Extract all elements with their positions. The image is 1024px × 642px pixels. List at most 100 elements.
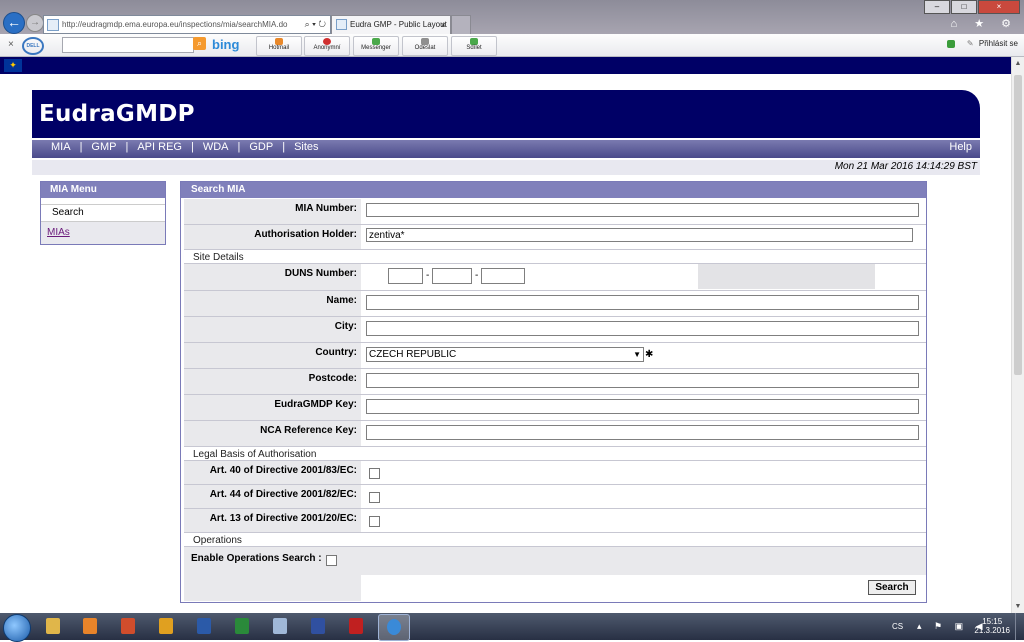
page-scrollbar[interactable]: ▲ ▼ xyxy=(1011,57,1024,613)
share-button[interactable]: Sdílet xyxy=(451,36,497,56)
nav-separator: | xyxy=(237,141,241,153)
nav-api-reg[interactable]: API REG xyxy=(137,141,182,153)
messenger-button[interactable]: Messenger xyxy=(353,36,399,56)
folder-icon xyxy=(46,618,60,634)
nav-gmp[interactable]: GMP xyxy=(91,141,116,153)
duns-gray-area xyxy=(698,264,875,289)
powerpoint-icon xyxy=(121,618,135,634)
browser-tab[interactable]: Eudra GMP - Public Layout × xyxy=(331,15,451,34)
start-button[interactable] xyxy=(3,614,31,642)
taskbar-explorer[interactable] xyxy=(38,614,68,639)
page-content: ✦ EudraGMDP MIA | GMP | API REG | WDA | GDP | Site… xyxy=(0,57,1012,613)
forward-arrow-icon: → xyxy=(30,17,40,28)
dell-logo[interactable]: DELL xyxy=(22,37,44,55)
send-button[interactable]: Odeslat xyxy=(402,36,448,56)
nav-wda[interactable]: WDA xyxy=(203,141,229,153)
operations-label-band xyxy=(184,575,361,601)
language-indicator[interactable]: CS xyxy=(892,622,903,631)
art40-label: Art. 40 of Directive 2001/83/EC: xyxy=(184,461,361,484)
toolbar-close-icon[interactable]: × xyxy=(8,39,14,50)
mia-menu-title: MIA Menu xyxy=(41,182,165,198)
taskbar-internet-explorer[interactable] xyxy=(378,614,410,641)
duns-part3-input[interactable] xyxy=(481,268,525,284)
name-input[interactable] xyxy=(366,295,919,310)
excel-icon xyxy=(235,618,249,634)
operations-row: Enable Operations Search : xyxy=(181,547,926,601)
enable-ops-checkbox[interactable] xyxy=(326,555,337,566)
nav-separator: | xyxy=(282,141,286,153)
forward-button[interactable]: → xyxy=(26,14,44,32)
tab-close-icon[interactable]: × xyxy=(441,16,446,34)
minimize-button[interactable]: – xyxy=(924,0,950,14)
system-tray: CS ▴ ⚑ ▣ ◀ 15:15 21.3.2016 xyxy=(884,613,1024,640)
taskbar-notepad[interactable] xyxy=(265,614,295,639)
eudragmdp-key-input[interactable] xyxy=(366,399,919,414)
country-selected-value: CZECH REPUBLIC xyxy=(369,349,457,360)
art40-checkbox[interactable] xyxy=(369,468,380,479)
windows-taskbar: CS ▴ ⚑ ▣ ◀ 15:15 21.3.2016 xyxy=(0,613,1024,642)
taskbar-media[interactable] xyxy=(75,614,105,639)
eudragmdp-key-label: EudraGMDP Key: xyxy=(184,395,361,420)
bing-logo: bing xyxy=(212,37,240,52)
media-player-icon xyxy=(83,618,97,634)
nav-gdp[interactable]: GDP xyxy=(249,141,273,153)
taskbar-word[interactable] xyxy=(189,614,219,639)
maximize-button[interactable]: □ xyxy=(951,0,977,14)
address-bar[interactable]: http://eudragmdp.ema.europa.eu/inspectio… xyxy=(43,15,331,34)
new-tab-button[interactable] xyxy=(451,15,471,34)
duns-separator: - xyxy=(475,270,479,281)
scroll-thumb[interactable] xyxy=(1014,75,1022,375)
taskbar-acrobat[interactable] xyxy=(341,614,371,639)
art44-checkbox[interactable] xyxy=(369,492,380,503)
postcode-input[interactable] xyxy=(366,373,919,388)
nca-ref-row: NCA Reference Key: xyxy=(181,421,926,446)
taskbar-outlook[interactable] xyxy=(151,614,181,639)
scroll-up-icon[interactable]: ▲ xyxy=(1014,60,1022,67)
show-desktop-button[interactable] xyxy=(1015,613,1024,640)
sign-in-link[interactable]: Přihlásit se xyxy=(979,39,1018,48)
help-link[interactable]: Help xyxy=(949,141,972,153)
taskbar-excel[interactable] xyxy=(227,614,257,639)
search-button[interactable]: Search xyxy=(868,580,916,595)
eu-bar: ✦ xyxy=(0,57,1012,74)
city-row: City: xyxy=(181,317,926,342)
tools-icon[interactable]: ✎ xyxy=(967,39,975,48)
anonymous-button[interactable]: Anonymní xyxy=(304,36,350,56)
page-favicon-icon xyxy=(47,18,59,31)
legal-basis-section: Legal Basis of Authorisation xyxy=(184,446,926,461)
taskbar-powerpoint[interactable] xyxy=(113,614,143,639)
hotmail-button[interactable]: Hotmail xyxy=(256,36,302,56)
mia-number-label: MIA Number: xyxy=(184,199,361,224)
address-tools[interactable]: ⌕ ▾ ↻ xyxy=(305,16,326,33)
city-input[interactable] xyxy=(366,321,919,336)
clock[interactable]: 15:15 21.3.2016 xyxy=(974,617,1010,635)
nav-sites[interactable]: Sites xyxy=(294,141,318,153)
scroll-down-icon[interactable]: ▼ xyxy=(1014,603,1022,610)
country-label: Country: xyxy=(184,343,361,368)
bing-search-input[interactable] xyxy=(62,37,194,53)
close-window-button[interactable]: × xyxy=(978,0,1020,14)
holder-label: Authorisation Holder: xyxy=(184,225,361,249)
duns-part2-input[interactable] xyxy=(432,268,472,284)
duns-part1-input[interactable] xyxy=(388,268,423,284)
window-controls: – □ × xyxy=(923,0,1020,14)
bing-search-button[interactable]: ⌕ xyxy=(193,37,206,50)
holder-input[interactable]: zentiva* xyxy=(366,228,913,242)
mia-number-row: MIA Number: xyxy=(181,199,926,224)
datestamp: Mon 21 Mar 2016 14:14:29 BST xyxy=(834,161,977,172)
clock-time: 15:15 xyxy=(982,617,1003,626)
mia-number-input[interactable] xyxy=(366,203,919,217)
home-favorites-settings-icons[interactable]: ⌂ ★ ⚙ xyxy=(951,17,1018,30)
nav-mia[interactable]: MIA xyxy=(51,141,71,153)
shield-icon[interactable] xyxy=(946,39,955,48)
back-button[interactable]: ← xyxy=(3,12,25,34)
art13-checkbox[interactable] xyxy=(369,516,380,527)
taskbar-save[interactable] xyxy=(303,614,333,639)
country-select[interactable]: CZECH REPUBLIC ▼ xyxy=(366,347,644,362)
menu-item-mias[interactable]: MIAs xyxy=(41,222,165,244)
nca-ref-input[interactable] xyxy=(366,425,919,440)
nav-separator: | xyxy=(190,141,194,153)
art13-label: Art. 13 of Directive 2001/20/EC: xyxy=(184,509,361,532)
tab-title: Eudra GMP - Public Layout xyxy=(350,20,447,29)
menu-item-search[interactable]: Search xyxy=(41,204,165,222)
